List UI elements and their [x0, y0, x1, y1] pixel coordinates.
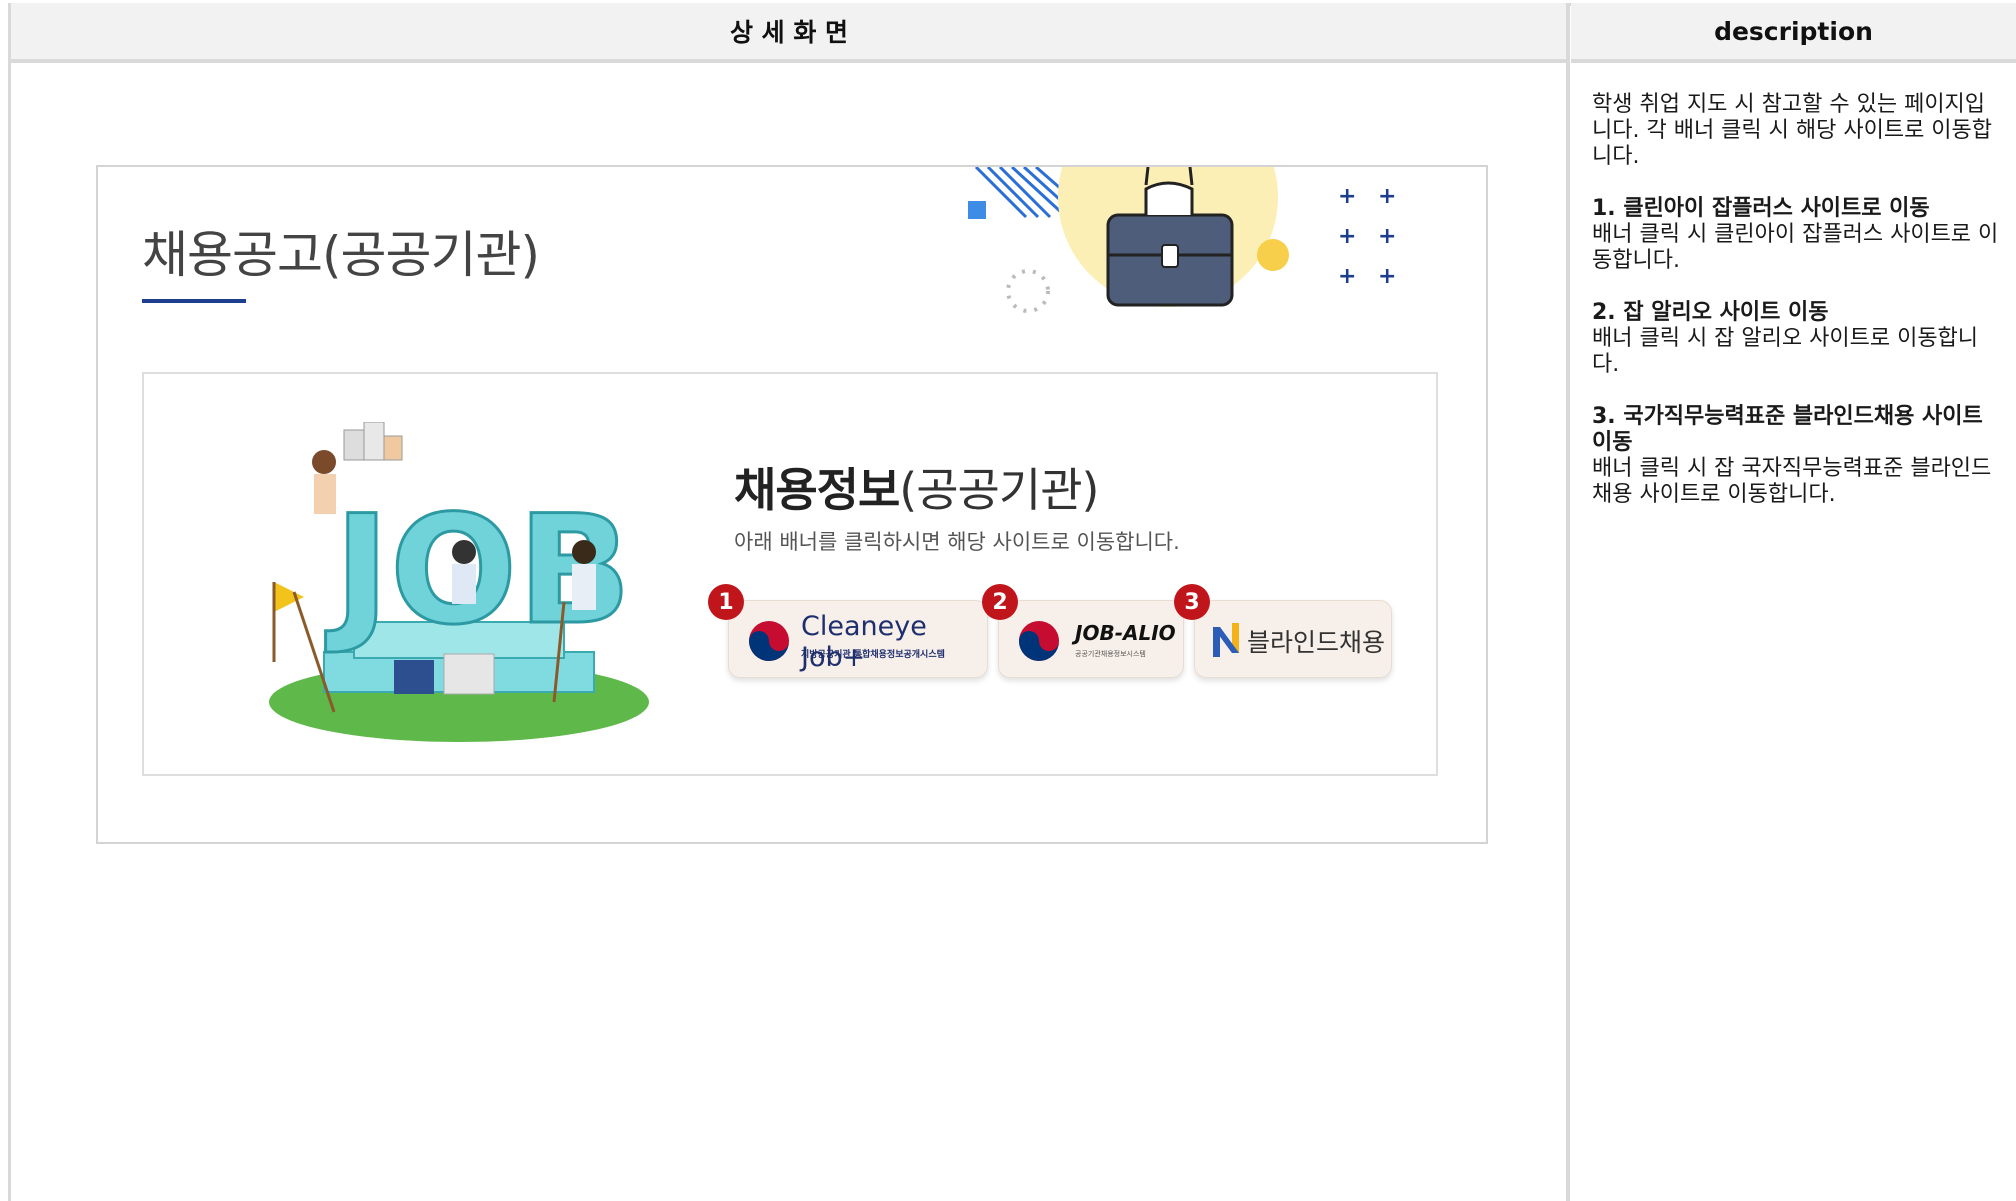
job-alio-label: JOB-ALIO [1075, 621, 1176, 645]
description-item-1-title: 1. 클린아이 잡플러스 사이트로 이동 [1592, 196, 1930, 221]
job-info-panel: JOB 채용정보(공공기관) 아래 배너를 클릭하시면 해당 사이트로 이동합니… [142, 372, 1438, 776]
description-item-1-body: 배너 클릭 시 클린아이 잡플러스 사이트로 이동합니다. [1592, 222, 1999, 273]
cleaneye-job-banner[interactable]: Cleaneye Job+ 지방공공기관 통합채용정보공개시스템 [728, 600, 988, 678]
description-item-3: 3. 국가직무능력표준 블라인드채용 사이트 이동 배너 클릭 시 잡 국자직무… [1592, 404, 2002, 508]
job-info-subtitle: 아래 배너를 클릭하시면 해당 사이트로 이동합니다. [734, 530, 1180, 554]
cleaneye-job-label: Cleaneye Job+ [801, 611, 927, 673]
description-item-2-body: 배너 클릭 시 잡 알리오 사이트로 이동합니다. [1592, 326, 1979, 377]
svg-text:+: + [1338, 224, 1356, 249]
description-item-2-title: 2. 잡 알리오 사이트 이동 [1592, 300, 1829, 325]
svg-text:+: + [1338, 184, 1356, 209]
callout-badge-2: 2 [982, 584, 1018, 620]
description-item-3-title: 3. 국가직무능력표준 블라인드채용 사이트 이동 [1592, 404, 1983, 455]
description-panel: 학생 취업 지도 시 참고할 수 있는 페이지입니다. 각 배너 클릭 시 해당… [1592, 92, 2002, 534]
blind-hiring-banner[interactable]: 블라인드채용 [1194, 600, 1392, 678]
job-alio-sublabel: 공공기관채용정보시스템 [1075, 650, 1146, 658]
taegeuk-icon [1019, 621, 1059, 661]
svg-text:+: + [1378, 184, 1396, 209]
description-item-3-body: 배너 클릭 시 잡 국자직무능력표준 블라인드채용 사이트로 이동합니다. [1592, 456, 1992, 507]
taegeuk-icon [749, 621, 789, 661]
description-header: description [1571, 3, 2016, 63]
job-illustration: JOB [269, 422, 649, 742]
callout-badge-1: 1 [708, 584, 744, 620]
briefcase-illustration: + + + + + + [968, 167, 1396, 313]
svg-text:+: + [1378, 264, 1396, 289]
description-intro: 학생 취업 지도 시 참고할 수 있는 페이지입니다. 각 배너 클릭 시 해당… [1592, 92, 1993, 169]
detail-screen-header: 상 세 화 면 [11, 3, 1567, 63]
column-divider [1566, 3, 1570, 1201]
blind-hiring-label: 블라인드채용 [1247, 628, 1386, 657]
svg-text:+: + [1338, 264, 1356, 289]
cleaneye-job-sublabel: 지방공공기관 통합채용정보공개시스템 [801, 650, 945, 660]
description-item-1: 1. 클린아이 잡플러스 사이트로 이동 배너 클릭 시 클린아이 잡플러스 사… [1592, 196, 2002, 274]
page-title: 채용공고(공공기관) [142, 226, 540, 284]
job-alio-banner[interactable]: JOB-ALIO 공공기관채용정보시스템 [998, 600, 1184, 678]
svg-text:+: + [1378, 224, 1396, 249]
title-underline [142, 299, 246, 303]
description-item-2: 2. 잡 알리오 사이트 이동 배너 클릭 시 잡 알리오 사이트로 이동합니다… [1592, 300, 2002, 378]
n-logo-icon [1213, 623, 1239, 657]
job-info-title: 채용정보(공공기관) [734, 463, 1099, 517]
callout-badge-3: 3 [1174, 584, 1210, 620]
page-mockup: 채용공고(공공기관) + + + + + + JOB 채용정보(공공기관) 아래… [96, 165, 1488, 844]
